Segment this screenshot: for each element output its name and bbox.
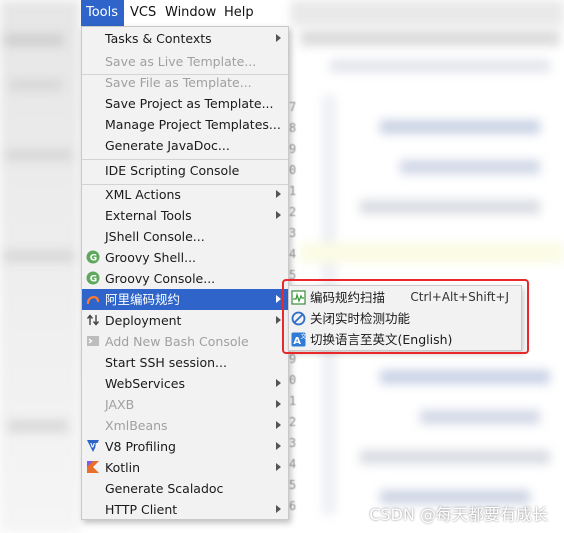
menu-item-label: WebServices [105,376,185,391]
menu-window[interactable]: Window [165,0,216,26]
menu-item-label: External Tools [105,208,192,223]
submenu-arrow-icon [276,400,281,408]
menu-item-label: Add New Bash Console [105,334,249,349]
submenu-arrow-icon [276,295,281,303]
menu-separator [82,74,288,75]
submenu-arrow-icon [276,442,281,450]
line-number: 1 [289,394,297,408]
menu-item-label: XML Actions [105,187,181,202]
menu-item-jaxb: JAXB [82,394,288,415]
menu-item-tasks-contexts[interactable]: Tasks & Contexts [82,28,288,49]
menu-item-generate-javadoc[interactable]: Generate JavaDoc... [82,135,288,156]
menu-item-label: Save File as Template... [105,75,252,90]
menu-item-kotlin[interactable]: Kotlin [82,457,288,478]
svg-text:G: G [90,275,97,285]
menu-item-webservices[interactable]: WebServices [82,373,288,394]
menu-item-groovy-console[interactable]: G Groovy Console... [82,268,288,289]
menu-item-label: Manage Project Templates... [105,117,281,132]
menu-item-label: JShell Console... [105,229,205,244]
kotlin-icon [86,460,100,474]
menu-item-label: Generate Scaladoc [105,481,224,496]
menu-item-deployment[interactable]: Deployment [82,310,288,331]
alibaba-icon [86,292,100,306]
line-number: 4 [289,457,297,471]
menu-item-label: Groovy Shell... [105,250,197,265]
line-number: 8 [289,121,297,135]
menu-item-v8-profiling[interactable]: V8 V8 Profiling [82,436,288,457]
line-number: 2 [289,415,297,429]
menu-item-groovy-shell[interactable]: G Groovy Shell... [82,247,288,268]
line-number: 9 [289,142,297,156]
line-number: 0 [289,373,297,387]
submenu-arrow-icon [276,505,281,513]
menu-help[interactable]: Help [224,0,254,26]
menu-item-alibaba-coding-guidelines[interactable]: 阿里编码规约 [82,289,288,310]
line-number: 0 [289,163,297,177]
submenu-arrow-icon [276,463,281,471]
menu-item-add-new-bash-console: Add New Bash Console [82,331,288,352]
submenu-arrow-icon [276,190,281,198]
line-number: 6 [289,499,297,513]
groovy-icon: G [86,271,100,285]
menu-item-label: Tasks & Contexts [105,31,212,46]
svg-text:V8: V8 [90,443,99,450]
menu-item-save-file-as-template: Save File as Template... [82,72,288,93]
menu-item-label: IDE Scripting Console [105,163,240,178]
menu-item-start-ssh-session[interactable]: Start SSH session... [82,352,288,373]
menu-item-ide-scripting-console[interactable]: IDE Scripting Console [82,160,288,181]
line-number: 7 [289,100,297,114]
menu-item-manage-project-templates[interactable]: Manage Project Templates... [82,114,288,135]
menu-item-label: Save Project as Template... [105,96,274,111]
submenu-arrow-icon [276,421,281,429]
menu-item-label: XmlBeans [105,418,168,433]
line-number: 2 [289,205,297,219]
submenu-arrow-icon [276,316,281,324]
menu-item-xmlbeans: XmlBeans [82,415,288,436]
watermark: CSDN @每天都要有成长 [369,505,548,524]
menu-item-xml-actions[interactable]: XML Actions [82,184,288,205]
menu-item-save-project-as-template[interactable]: Save Project as Template... [82,93,288,114]
line-number: 9 [289,352,297,366]
menu-item-label: V8 Profiling [105,439,176,454]
tools-menu: Tasks & Contexts Save as Live Template...… [81,26,289,520]
line-number: 4 [289,247,297,261]
v8-icon: V8 [86,439,100,453]
menu-tools[interactable]: Tools [81,0,124,26]
menu-item-label: JAXB [105,397,135,412]
red-highlight-annotation [282,279,529,354]
groovy-icon: G [86,250,100,264]
menu-bar: Tools VCS Window Help [0,0,564,26]
menu-item-label: Save as Live Template... [105,54,257,69]
menu-item-save-as-live-template: Save as Live Template... [82,51,288,72]
submenu-arrow-icon [276,211,281,219]
svg-text:G: G [90,254,97,264]
menu-item-label: Start SSH session... [105,355,227,370]
bash-icon [86,334,100,348]
menu-item-label: Generate JavaDoc... [105,138,230,153]
submenu-arrow-icon [276,379,281,387]
menu-item-label: 阿里编码规约 [105,292,181,307]
deployment-icon [86,313,100,327]
line-number: 5 [289,478,297,492]
menu-item-label: Deployment [105,313,182,328]
submenu-arrow-icon [276,34,281,42]
menu-vcs[interactable]: VCS [130,0,158,26]
line-number: 3 [289,226,297,240]
menu-item-label: HTTP Client [105,502,178,517]
menu-separator [82,184,288,185]
line-number: 3 [289,436,297,450]
menu-item-jshell-console[interactable]: JShell Console... [82,226,288,247]
menu-item-external-tools[interactable]: External Tools [82,205,288,226]
menu-item-label: Kotlin [105,460,140,475]
menu-item-generate-scaladoc[interactable]: Generate Scaladoc [82,478,288,499]
menu-separator [82,159,288,160]
menu-item-http-client[interactable]: HTTP Client [82,499,288,520]
line-number: 1 [289,184,297,198]
menu-item-label: Groovy Console... [105,271,216,286]
